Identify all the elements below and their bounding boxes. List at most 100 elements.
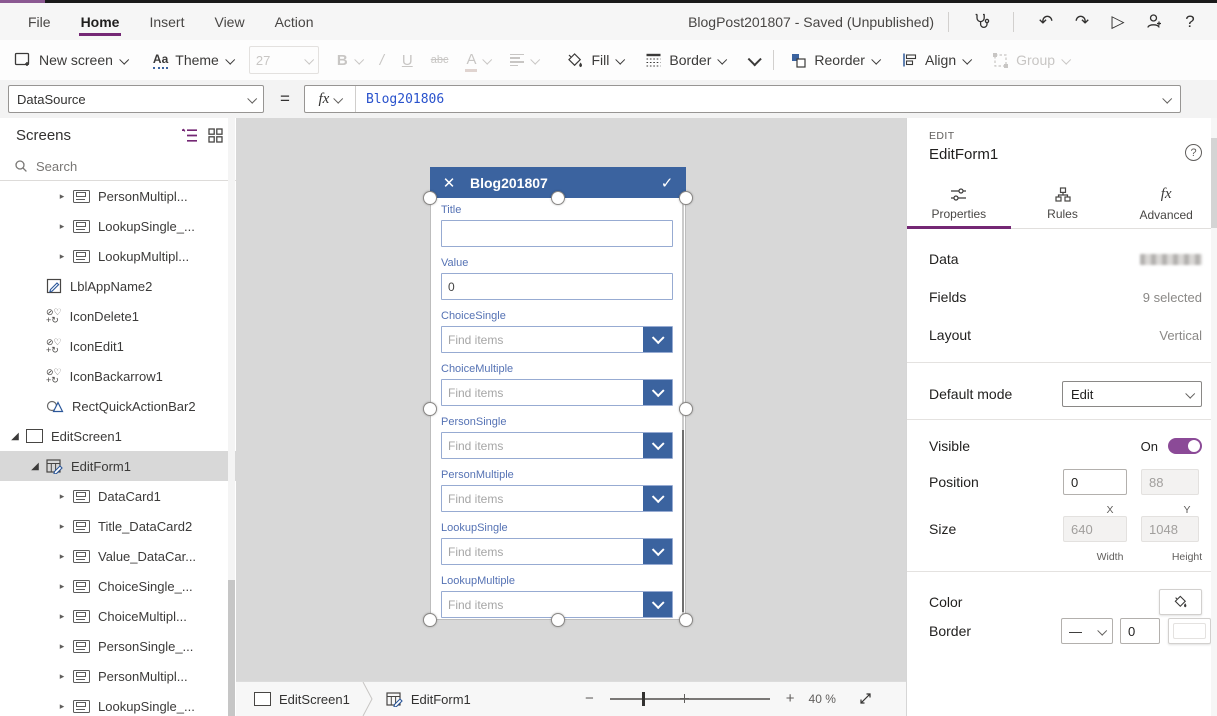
italic-button[interactable]: / <box>380 52 384 69</box>
group-button[interactable]: Group <box>992 52 1069 69</box>
dropdown-chevron-button[interactable] <box>643 380 672 405</box>
chevron-collapsed-icon[interactable]: ▸ <box>55 191 69 202</box>
scrollbar-thumb[interactable] <box>682 430 685 612</box>
tab-properties[interactable]: Properties <box>907 180 1011 228</box>
text-input[interactable]: 0 <box>441 273 673 300</box>
form-field[interactable]: PersonSingle Find items <box>441 416 673 459</box>
tree-item-selected[interactable]: ◢ EditForm1 <box>0 451 236 481</box>
tree-item[interactable]: ▸LookupMultipl... <box>0 241 236 271</box>
tree-item[interactable]: ◢EditScreen1 <box>0 421 236 451</box>
new-screen-button[interactable]: New screen <box>14 52 127 68</box>
chevron-collapsed-icon[interactable]: ▸ <box>55 641 69 652</box>
menu-home[interactable]: Home <box>77 5 124 39</box>
chevron-collapsed-icon[interactable]: ▸ <box>55 611 69 622</box>
align-button[interactable]: Align <box>901 52 970 68</box>
resize-handle-top-left[interactable] <box>423 191 437 205</box>
dropdown-chevron-button[interactable] <box>643 486 672 511</box>
undo-icon[interactable]: ↶ <box>1033 9 1059 35</box>
dropdown-chevron-button[interactable] <box>643 592 672 617</box>
formula-text[interactable]: Blog201806 <box>356 92 1156 107</box>
tab-advanced[interactable]: fx Advanced <box>1114 180 1217 228</box>
cancel-icon[interactable]: ✕ <box>440 174 458 192</box>
zoom-out-button[interactable]: − <box>585 690 594 707</box>
form-field[interactable]: LookupMultiple Find items <box>441 575 673 618</box>
layout-value[interactable]: Vertical <box>1159 328 1202 343</box>
border-color-swatch[interactable] <box>1168 618 1211 644</box>
redo-icon[interactable]: ↷ <box>1069 9 1095 35</box>
text-input[interactable] <box>441 220 673 247</box>
scrollbar-thumb[interactable] <box>228 580 235 716</box>
fill-button[interactable]: Fill <box>566 52 623 69</box>
app-checker-icon[interactable] <box>968 9 994 35</box>
edit-form-control[interactable]: ✕ Blog201807 ✓ Title Value 0 ChoiceSingl… <box>430 167 686 620</box>
resize-handle-bottom-right[interactable] <box>679 613 693 627</box>
color-picker-button[interactable] <box>1159 589 1202 615</box>
chevron-expanded-icon[interactable]: ◢ <box>28 461 42 472</box>
chevron-collapsed-icon[interactable]: ▸ <box>55 701 69 712</box>
tree-item[interactable]: ▸DataCard1 <box>0 481 236 511</box>
resize-handle-middle-left[interactable] <box>423 402 437 416</box>
size-height-input[interactable]: 1048 <box>1141 516 1199 542</box>
preview-play-icon[interactable]: ▷ <box>1105 9 1131 35</box>
fx-selector[interactable]: fx <box>305 86 356 112</box>
form-field[interactable]: PersonMultiple Find items <box>441 469 673 512</box>
design-canvas[interactable]: ✕ Blog201807 ✓ Title Value 0 ChoiceSingl… <box>236 118 906 681</box>
fit-to-window-icon[interactable] <box>858 691 873 706</box>
form-field[interactable]: Title <box>441 204 673 247</box>
check-icon[interactable]: ✓ <box>658 174 676 192</box>
tree-item[interactable]: ▸Title_DataCard2 <box>0 511 236 541</box>
menu-view[interactable]: View <box>210 5 248 39</box>
layout-row[interactable]: Layout Vertical <box>929 327 1202 343</box>
default-mode-select[interactable]: Edit <box>1062 381 1202 407</box>
tree-item[interactable]: ▸PersonMultipl... <box>0 661 236 691</box>
share-user-icon[interactable] <box>1141 9 1167 35</box>
theme-button[interactable]: Aa Theme <box>153 52 233 69</box>
property-select[interactable]: DataSource <box>8 85 264 113</box>
chevron-collapsed-icon[interactable]: ▸ <box>55 251 69 262</box>
font-color-button[interactable]: A <box>466 51 490 70</box>
chevron-collapsed-icon[interactable]: ▸ <box>55 491 69 502</box>
menu-file[interactable]: File <box>24 5 55 39</box>
resize-handle-top-right[interactable] <box>679 191 693 205</box>
bold-button[interactable]: B <box>337 52 362 69</box>
panel-help-icon[interactable]: ? <box>1185 144 1202 161</box>
tree-item[interactable]: ▸Value_DataCar... <box>0 541 236 571</box>
combo-box[interactable]: Find items <box>441 538 673 565</box>
data-row[interactable]: Data <box>929 251 1202 267</box>
zoom-in-button[interactable]: + <box>786 690 795 707</box>
text-align-button[interactable] <box>510 54 538 66</box>
chevron-collapsed-icon[interactable]: ▸ <box>55 221 69 232</box>
form-field[interactable]: Value 0 <box>441 257 673 300</box>
form-field[interactable]: ChoiceSingle Find items <box>441 310 673 353</box>
tree-item[interactable]: ▸LookupSingle_... <box>0 211 236 241</box>
underline-button[interactable]: U <box>402 52 413 69</box>
tree-item[interactable]: ▸ChoiceMultipl... <box>0 601 236 631</box>
chevron-collapsed-icon[interactable]: ▸ <box>55 671 69 682</box>
combo-box[interactable]: Find items <box>441 379 673 406</box>
tree-item[interactable]: ⊘♡+↻IconDelete1 <box>0 301 236 331</box>
resize-handle-middle-right[interactable] <box>679 402 693 416</box>
menu-action[interactable]: Action <box>271 5 318 39</box>
formula-input[interactable]: fx Blog201806 <box>304 85 1181 113</box>
tree-item[interactable]: ▸PersonSingle_... <box>0 631 236 661</box>
tab-rules[interactable]: Rules <box>1011 180 1115 228</box>
tree-item[interactable]: ⊘♡+↻IconBackarrow1 <box>0 361 236 391</box>
tree-item[interactable]: ⊘♡+↻IconEdit1 <box>0 331 236 361</box>
dropdown-chevron-button[interactable] <box>643 433 672 458</box>
search-input[interactable]: Search <box>0 152 236 181</box>
tree-item[interactable]: RectQuickActionBar2 <box>0 391 236 421</box>
combo-box[interactable]: Find items <box>441 326 673 353</box>
strikethrough-button[interactable]: abc <box>431 54 449 66</box>
tree-item[interactable]: ▸LookupSingle_... <box>0 691 236 716</box>
resize-handle-bottom-left[interactable] <box>423 613 437 627</box>
font-size-select[interactable]: 27 <box>249 46 319 74</box>
chevron-expanded-icon[interactable]: ◢ <box>8 431 22 442</box>
position-y-input[interactable]: 88 <box>1141 469 1199 495</box>
menu-insert[interactable]: Insert <box>145 5 188 39</box>
reorder-button[interactable]: Reorder <box>790 52 879 69</box>
fields-row[interactable]: Fields 9 selected <box>929 289 1202 305</box>
right-panel-scrollbar[interactable] <box>1211 118 1217 716</box>
breadcrumb-form[interactable]: EditForm1 <box>386 692 471 707</box>
visible-toggle[interactable] <box>1168 438 1202 454</box>
border-style-select[interactable]: — <box>1061 618 1113 644</box>
